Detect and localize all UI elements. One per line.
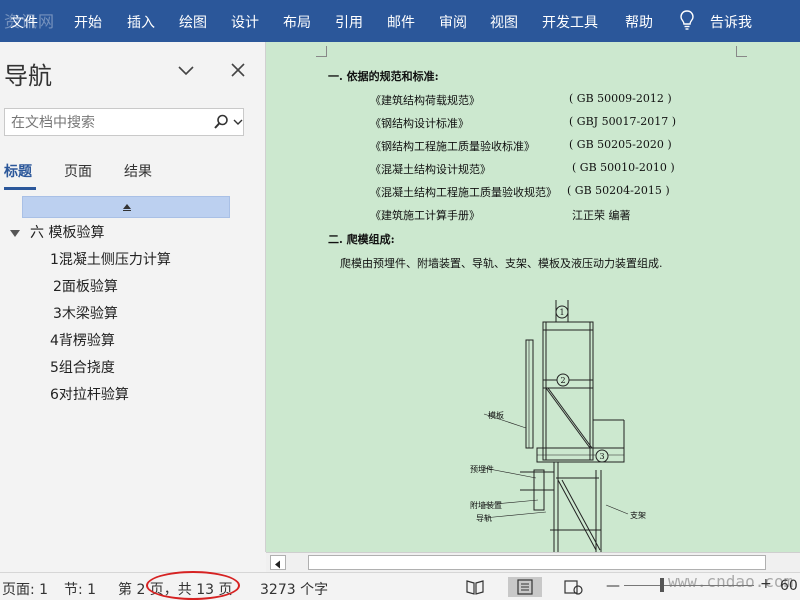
- standard-code: ( GB 50205-2020 ): [569, 138, 672, 151]
- print-layout-icon[interactable]: [508, 577, 542, 597]
- search-input[interactable]: [9, 112, 213, 134]
- heading-label: 六 模板验算: [30, 225, 105, 241]
- standard-name: 《混凝土结构工程施工质量验收规范》: [370, 186, 557, 199]
- tab-headings[interactable]: 标题: [4, 161, 32, 181]
- tab-draw[interactable]: 绘图: [179, 12, 207, 32]
- status-word-count[interactable]: 3273 个字: [260, 579, 328, 599]
- page-corner-mark: [736, 46, 747, 57]
- nav-pane-footer: [0, 552, 266, 572]
- lightbulb-icon[interactable]: [680, 10, 694, 30]
- read-mode-icon[interactable]: [458, 577, 492, 597]
- tab-results[interactable]: 结果: [124, 161, 152, 181]
- scrollbar-thumb[interactable]: [308, 555, 766, 570]
- zoom-out-button[interactable]: —: [606, 578, 620, 594]
- heading-node[interactable]: 1混凝土侧压力计算: [50, 249, 171, 269]
- close-icon[interactable]: [228, 60, 248, 80]
- chevron-up-icon: [123, 204, 131, 211]
- heading-node[interactable]: 2面板验算: [53, 276, 118, 296]
- status-section[interactable]: 节: 1: [64, 579, 96, 599]
- tab-review[interactable]: 审阅: [439, 12, 467, 32]
- heading-node[interactable]: 3木梁验算: [53, 303, 118, 323]
- heading-node[interactable]: 4背楞验算: [50, 330, 115, 350]
- drawing-label: 支架: [630, 510, 646, 520]
- zoom-level[interactable]: 60: [780, 578, 798, 594]
- balloon-label: 2: [560, 376, 565, 385]
- ribbon: 资讯网 文件 开始 插入 绘图 设计 布局 引用 邮件 审阅 视图 开发工具 帮…: [0, 0, 800, 42]
- nav-title: 导航: [4, 62, 52, 90]
- tab-mailings[interactable]: 邮件: [387, 12, 415, 32]
- standard-code: ( GBJ 50017-2017 ): [569, 115, 677, 128]
- web-layout-icon[interactable]: [556, 577, 590, 597]
- standard-name: 《建筑施工计算手册》: [370, 209, 480, 222]
- chevron-down-icon[interactable]: [233, 115, 243, 129]
- drawing-label: 预埋件: [470, 464, 494, 474]
- standard-author: 江正荣 编著: [572, 209, 631, 222]
- active-tab-indicator: [4, 187, 36, 190]
- standard-name: 《钢结构设计标准》: [370, 117, 469, 130]
- page-corner-mark: [316, 46, 327, 57]
- scroll-up-button[interactable]: [22, 196, 230, 218]
- drawing-label: 导轨: [476, 513, 492, 523]
- horizontal-scrollbar[interactable]: [266, 552, 800, 572]
- doc-paragraph: 爬模由预埋件、附墙装置、导轨、支架、模板及液压动力装置组成.: [340, 257, 663, 270]
- chevron-left-icon: [275, 560, 280, 569]
- standard-name: 《混凝土结构设计规范》: [370, 163, 491, 176]
- search-icon[interactable]: [213, 114, 229, 130]
- balloon-label: 3: [599, 452, 604, 461]
- search-box[interactable]: [4, 108, 244, 136]
- standard-code: ( GB 50009-2012 ): [569, 92, 672, 105]
- zoom-in-button[interactable]: +: [760, 576, 772, 592]
- doc-heading-standards: 一. 依据的规范和标准:: [328, 70, 439, 83]
- navigation-pane: 导航 标题 页面 结果 六 模板验算 1混凝土侧压力计算 2面板验算 3木梁验算…: [0, 42, 266, 552]
- tab-home[interactable]: 开始: [74, 12, 102, 32]
- tab-design[interactable]: 设计: [231, 12, 259, 32]
- tab-pages[interactable]: 页面: [64, 161, 92, 181]
- watermark-text: www.cndao.com: [668, 572, 794, 591]
- tab-insert[interactable]: 插入: [127, 12, 155, 32]
- standard-code: ( GB 50010-2010 ): [572, 161, 675, 174]
- standard-name: 《钢结构工程施工质量验收标准》: [370, 140, 535, 153]
- standard-code: ( GB 50204-2015 ): [567, 184, 670, 197]
- document-page[interactable]: 一. 依据的规范和标准: 《建筑结构荷载规范》 ( GB 50009-2012 …: [266, 42, 800, 552]
- tab-references[interactable]: 引用: [335, 12, 363, 32]
- heading-node[interactable]: 5组合挠度: [50, 357, 115, 377]
- tell-me-button[interactable]: 告诉我: [710, 12, 752, 32]
- heading-node[interactable]: 6对拉杆验算: [50, 384, 129, 404]
- doc-heading-composition: 二. 爬模组成:: [328, 233, 395, 246]
- drawing-label: 附墙装置: [470, 500, 502, 510]
- tab-help[interactable]: 帮助: [625, 12, 653, 32]
- collapse-triangle-icon[interactable]: [10, 229, 20, 237]
- tab-layout[interactable]: 布局: [283, 12, 311, 32]
- drawing-label: 模板: [488, 410, 504, 420]
- chevron-down-icon[interactable]: [176, 60, 196, 80]
- tab-file[interactable]: 文件: [10, 12, 38, 32]
- standard-name: 《建筑结构荷载规范》: [370, 94, 480, 107]
- scroll-left-button[interactable]: [270, 555, 286, 570]
- highlight-circle-annotation: [146, 571, 240, 600]
- status-page[interactable]: 页面: 1: [2, 579, 48, 599]
- tab-developer[interactable]: 开发工具: [542, 12, 598, 32]
- heading-node-root[interactable]: 六 模板验算: [10, 222, 104, 242]
- zoom-slider-thumb[interactable]: [660, 578, 664, 592]
- climbing-formwork-drawing: 1 2 3 模板 预埋件 附墙装置 导轨 支架: [470, 300, 646, 552]
- balloon-label: 1: [559, 308, 564, 317]
- tab-view[interactable]: 视图: [490, 12, 518, 32]
